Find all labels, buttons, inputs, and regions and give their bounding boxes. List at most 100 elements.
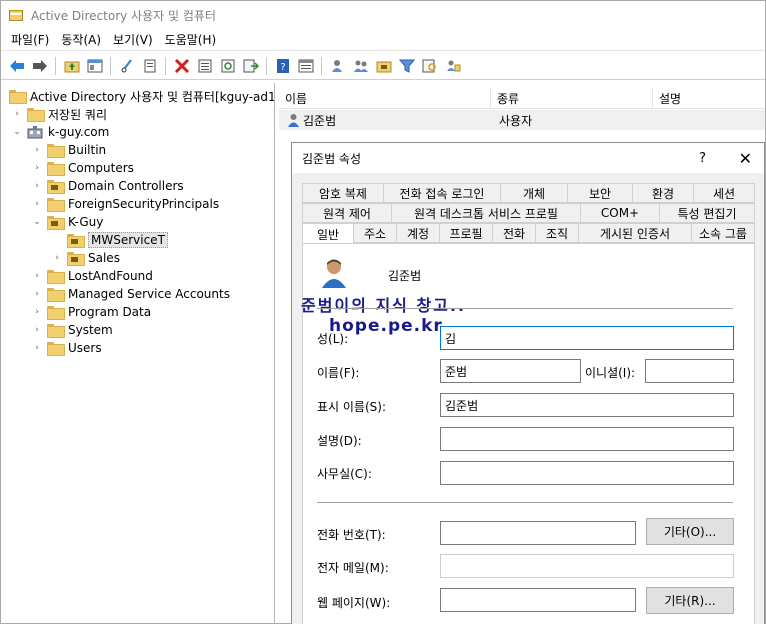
forward-arrow-icon[interactable] [28, 55, 51, 77]
tab-remote-control[interactable]: 원격 제어 [302, 203, 392, 223]
folder-icon [27, 108, 45, 122]
refresh-icon[interactable] [216, 55, 239, 77]
tab-password-replication[interactable]: 암호 복제 [302, 183, 384, 203]
chevron-right-icon[interactable]: › [31, 198, 43, 210]
menu-help[interactable]: 도움말(H) [159, 31, 223, 48]
properties-icon[interactable] [193, 55, 216, 77]
tree-item-domain-controllers[interactable]: › Domain Controllers [31, 177, 184, 195]
chevron-right-icon[interactable]: › [11, 108, 23, 120]
menu-view[interactable]: 보기(V) [107, 31, 159, 48]
up-folder-icon[interactable] [60, 55, 83, 77]
tree-item-program-data[interactable]: › Program Data [31, 303, 151, 321]
chevron-down-icon[interactable]: ⌄ [11, 126, 23, 138]
description-field[interactable] [440, 427, 734, 451]
menu-file[interactable]: 파일(F) [5, 31, 55, 48]
filter-icon[interactable] [395, 55, 418, 77]
chevron-right-icon[interactable]: › [31, 306, 43, 318]
tree-item-fsp[interactable]: › ForeignSecurityPrincipals [31, 195, 219, 213]
tree-item-computers[interactable]: › Computers [31, 159, 134, 177]
tree-item-builtin[interactable]: › Builtin [31, 141, 106, 159]
tab-sessions[interactable]: 세션 [693, 183, 755, 203]
find-icon[interactable] [418, 55, 441, 77]
tree-item-sales[interactable]: › Sales [51, 249, 120, 267]
chevron-right-icon[interactable]: › [31, 180, 43, 192]
chevron-right-icon[interactable]: › [31, 270, 43, 282]
chevron-right-icon[interactable]: › [31, 324, 43, 336]
new-group-icon[interactable] [349, 55, 372, 77]
ou-icon [47, 180, 65, 194]
tab-environment[interactable]: 환경 [632, 183, 694, 203]
tab-address[interactable]: 주소 [353, 223, 397, 243]
tab-com-plus[interactable]: COM+ [580, 203, 660, 223]
chevron-right-icon[interactable]: › [31, 162, 43, 174]
tab-attribute-editor[interactable]: 특성 편집기 [659, 203, 755, 223]
tree-item-saved-queries[interactable]: › 저장된 쿼리 [11, 105, 107, 123]
close-button[interactable]: ✕ [739, 143, 752, 173]
export-icon[interactable] [239, 55, 262, 77]
toolbar-separator [165, 56, 166, 75]
user-display-name: 김준범 [388, 269, 422, 283]
chevron-right-icon[interactable]: › [31, 342, 43, 354]
tab-published-certs[interactable]: 게시된 인증서 [578, 223, 692, 243]
cut-icon[interactable] [115, 55, 138, 77]
tree-root[interactable]: Active Directory 사용자 및 컴퓨터[kguy-ad1.k [9, 87, 274, 105]
copy-icon[interactable] [138, 55, 161, 77]
tree-item-system[interactable]: › System [31, 321, 113, 339]
tab-organization[interactable]: 조직 [535, 223, 579, 243]
office-field[interactable] [440, 461, 734, 485]
tree-item-label: Managed Service Accounts [68, 287, 230, 301]
column-header-type[interactable]: 종류 [491, 87, 653, 109]
tab-profile[interactable]: 프로필 [439, 223, 493, 243]
web-page-label: 웹 페이지(W): [317, 596, 391, 610]
list-item-type: 사용자 [499, 113, 533, 128]
tree-item-domain[interactable]: ⌄ k-guy.com [11, 123, 109, 141]
toolbar-separator [110, 56, 111, 75]
tab-security[interactable]: 보안 [567, 183, 633, 203]
tree-item-msa[interactable]: › Managed Service Accounts [31, 285, 230, 303]
add-to-group-icon[interactable] [441, 55, 464, 77]
display-name-field[interactable]: 김준범 [440, 393, 734, 417]
tree-item-users[interactable]: › Users [31, 339, 102, 357]
svg-text:?: ? [280, 62, 285, 73]
console-tree-icon[interactable] [83, 55, 106, 77]
tab-dial-in[interactable]: 전화 접속 로그인 [383, 183, 501, 203]
last-name-field[interactable]: 김 [440, 326, 734, 350]
tab-rds-profile[interactable]: 원격 데스크톱 서비스 프로필 [391, 203, 581, 223]
tab-general[interactable]: 일반 [302, 223, 354, 245]
back-arrow-icon[interactable] [5, 55, 28, 77]
new-ou-icon[interactable] [372, 55, 395, 77]
tab-member-of[interactable]: 소속 그룹 [691, 223, 755, 243]
chevron-right-icon[interactable]: › [31, 288, 43, 300]
phone-other-button[interactable]: 기타(O)... [646, 518, 734, 545]
chevron-down-icon[interactable]: ⌄ [31, 216, 43, 228]
chevron-right-icon[interactable]: › [31, 144, 43, 156]
tree-item-lostandfound[interactable]: › LostAndFound [31, 267, 153, 285]
view-icon[interactable] [294, 55, 317, 77]
new-user-icon[interactable] [326, 55, 349, 77]
tree-item-mwservicet[interactable]: MWServiceT [51, 231, 168, 249]
help-icon[interactable]: ? [271, 55, 294, 77]
tree-item-label: k-guy.com [48, 125, 110, 139]
email-field[interactable] [440, 554, 734, 578]
web-other-button[interactable]: 기타(R)... [646, 587, 734, 614]
delete-icon[interactable] [170, 55, 193, 77]
tab-object[interactable]: 개체 [500, 183, 568, 203]
first-name-field[interactable]: 준범 [440, 359, 581, 383]
chevron-right-icon[interactable]: › [51, 252, 63, 264]
tree-item-label: K-Guy [68, 215, 104, 229]
column-header-desc[interactable]: 설명 [653, 87, 765, 109]
tab-telephones[interactable]: 전화 [492, 223, 536, 243]
web-page-field[interactable] [440, 588, 636, 612]
phone-field[interactable] [440, 521, 636, 545]
menu-action[interactable]: 동작(A) [55, 31, 107, 48]
app-icon [9, 9, 23, 21]
toolbar-separator [55, 56, 56, 75]
tree-item-label: Program Data [68, 305, 152, 319]
tree-item-kguy[interactable]: ⌄ K-Guy [31, 213, 103, 231]
toolbar: ? [1, 52, 765, 80]
column-header-name[interactable]: 이름 [279, 87, 491, 109]
help-button[interactable]: ? [699, 143, 706, 173]
initials-field[interactable] [645, 359, 734, 383]
tab-account[interactable]: 계정 [396, 223, 440, 243]
list-item[interactable]: 김준범 사용자 [279, 110, 765, 130]
